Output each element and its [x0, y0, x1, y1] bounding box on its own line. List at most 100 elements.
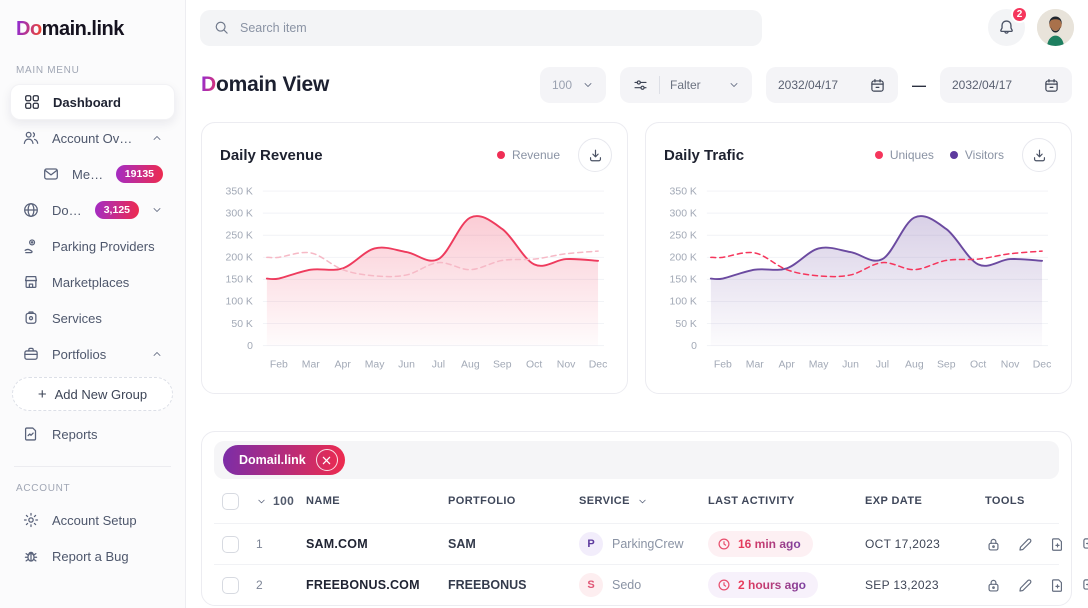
main-menu-section-label: MAIN MENU [0, 65, 185, 76]
chevron-down-icon [582, 79, 594, 91]
column-header-tools: TOOLS [985, 495, 1051, 507]
lock-tool-button[interactable] [985, 536, 1002, 553]
search-input[interactable]: Search item [200, 10, 762, 46]
filter-dropdown[interactable]: Falter [620, 67, 752, 103]
svg-text:Jun: Jun [398, 360, 415, 371]
page-size-value: 100 [552, 78, 572, 92]
duplicate-tool-button[interactable] [1081, 577, 1088, 594]
app-logo[interactable]: Domain.link [0, 12, 185, 41]
date-from-picker[interactable]: 2032/04/17 [766, 67, 898, 103]
calendar-icon [869, 77, 886, 94]
column-header-last-activity[interactable]: LAST ACTIVITY [708, 495, 865, 507]
add-file-tool-button[interactable] [1049, 577, 1066, 594]
exp-date: SEP 13,2023 [865, 578, 985, 592]
avatar[interactable] [1037, 9, 1074, 46]
sidebar-item-domains[interactable]: Domains 3,125 [10, 192, 175, 228]
service-name: ParkingCrew [612, 537, 684, 551]
legend-dot-uniques [875, 151, 883, 159]
svg-text:100 K: 100 K [226, 297, 254, 308]
sidebar-item-label: Portfolios [52, 347, 139, 362]
sidebar: Domain.link MAIN MENU Dashboard Account … [0, 0, 186, 608]
sidebar-item-portfolios[interactable]: Portfolios [10, 336, 175, 372]
page-size-select[interactable]: 100 [540, 67, 606, 103]
add-new-group-button[interactable]: + Add New Group [12, 377, 173, 411]
pencil-icon [1017, 536, 1034, 553]
notifications-button[interactable]: 2 [988, 9, 1025, 46]
storefront-icon [22, 273, 40, 291]
sidebar-item-account-overview[interactable]: Account Overview [10, 120, 175, 156]
sidebar-item-reports[interactable]: Reports [10, 416, 175, 452]
chart-title: Daily Revenue [220, 147, 323, 164]
sidebar-item-account-setup[interactable]: Account Setup [10, 502, 175, 538]
svg-text:0: 0 [247, 341, 253, 352]
portfolio-name: SAM [448, 537, 579, 551]
domain-name[interactable]: SAM.COM [306, 537, 448, 551]
date-to-value: 2032/04/17 [952, 78, 1012, 92]
column-header-exp-date[interactable]: EXP DATE [865, 495, 985, 507]
sidebar-item-messages[interactable]: Messages 19135 [30, 156, 175, 192]
svg-text:Feb: Feb [270, 360, 288, 371]
remove-chip-button[interactable] [316, 449, 338, 471]
edit-tool-button[interactable] [1017, 577, 1034, 594]
sidebar-item-label: Services [52, 311, 163, 326]
sidebar-item-services[interactable]: Services [10, 300, 175, 336]
topbar: Search item 2 [186, 0, 1088, 55]
search-placeholder: Search item [240, 21, 307, 35]
charts-row: Daily Revenue Revenue 350 K300 K250 K200… [201, 122, 1072, 394]
svg-text:200 K: 200 K [226, 253, 254, 264]
legend-uniques: Uniques [875, 148, 934, 162]
date-to-picker[interactable]: 2032/04/17 [940, 67, 1072, 103]
column-header-name[interactable]: NAME [306, 495, 448, 507]
edit-tool-button[interactable] [1017, 536, 1034, 553]
parking-provider-icon [22, 237, 40, 255]
legend-label: Revenue [512, 148, 560, 162]
report-document-icon [22, 425, 40, 443]
duplicate-tool-button[interactable] [1081, 536, 1088, 553]
svg-text:350 K: 350 K [670, 187, 698, 198]
calendar-icon [1043, 77, 1060, 94]
app-root: Domain.link MAIN MENU Dashboard Account … [0, 0, 1088, 608]
svg-text:Jun: Jun [842, 360, 859, 371]
column-header-service[interactable]: SERVICE [579, 495, 708, 507]
svg-text:May: May [365, 360, 386, 371]
last-activity-cell: 16 min ago [708, 531, 865, 557]
row-checkbox[interactable] [222, 536, 239, 553]
envelope-icon [42, 165, 60, 183]
svg-text:Oct: Oct [970, 360, 986, 371]
date-range-separator: — [912, 77, 926, 93]
service-initial-badge: S [579, 573, 603, 597]
download-chart-button[interactable] [1022, 138, 1056, 172]
sidebar-item-label: Reports [52, 427, 163, 442]
svg-text:Jul: Jul [876, 360, 889, 371]
chart-title: Daily Trafic [664, 147, 744, 164]
sidebar-divider [14, 466, 171, 467]
pencil-icon [1017, 577, 1034, 594]
daily-trafic-chart: 350 K300 K250 K200 K150 K100 K50 K0FebMa… [661, 176, 1056, 372]
gear-icon [22, 511, 40, 529]
column-header-portfolio[interactable]: PORTFOLIO [448, 495, 579, 507]
add-file-tool-button[interactable] [1049, 536, 1066, 553]
domain-name[interactable]: FREEBONUS.COM [306, 578, 448, 592]
row-index: 2 [256, 578, 306, 592]
row-count-select[interactable]: 100 [256, 494, 306, 508]
globe-icon [22, 201, 40, 219]
sidebar-item-dashboard[interactable]: Dashboard [10, 84, 175, 120]
file-plus-icon [1049, 577, 1066, 594]
table-row: 1 SAM.COM SAM P ParkingCrew 16 min ago O… [214, 523, 1059, 564]
svg-text:Oct: Oct [526, 360, 542, 371]
sidebar-item-report-a-bug[interactable]: Report a Bug [10, 538, 175, 574]
row-checkbox[interactable] [222, 577, 239, 594]
domain-filter-chip[interactable]: Domail.link [223, 445, 345, 475]
copy-plus-icon [1081, 536, 1088, 553]
daily-trafic-card: Daily Trafic Uniques Visitors [645, 122, 1072, 394]
svg-text:200 K: 200 K [670, 253, 698, 264]
lock-tool-button[interactable] [985, 577, 1002, 594]
select-all-checkbox[interactable] [222, 493, 239, 510]
download-chart-button[interactable] [578, 138, 612, 172]
last-activity-badge: 16 min ago [708, 531, 813, 557]
legend-visitors: Visitors [950, 148, 1004, 162]
sidebar-item-parking-providers[interactable]: Parking Providers [10, 228, 175, 264]
legend-dot-visitors [950, 151, 958, 159]
service-name: Sedo [612, 578, 641, 592]
sidebar-item-marketplaces[interactable]: Marketplaces [10, 264, 175, 300]
